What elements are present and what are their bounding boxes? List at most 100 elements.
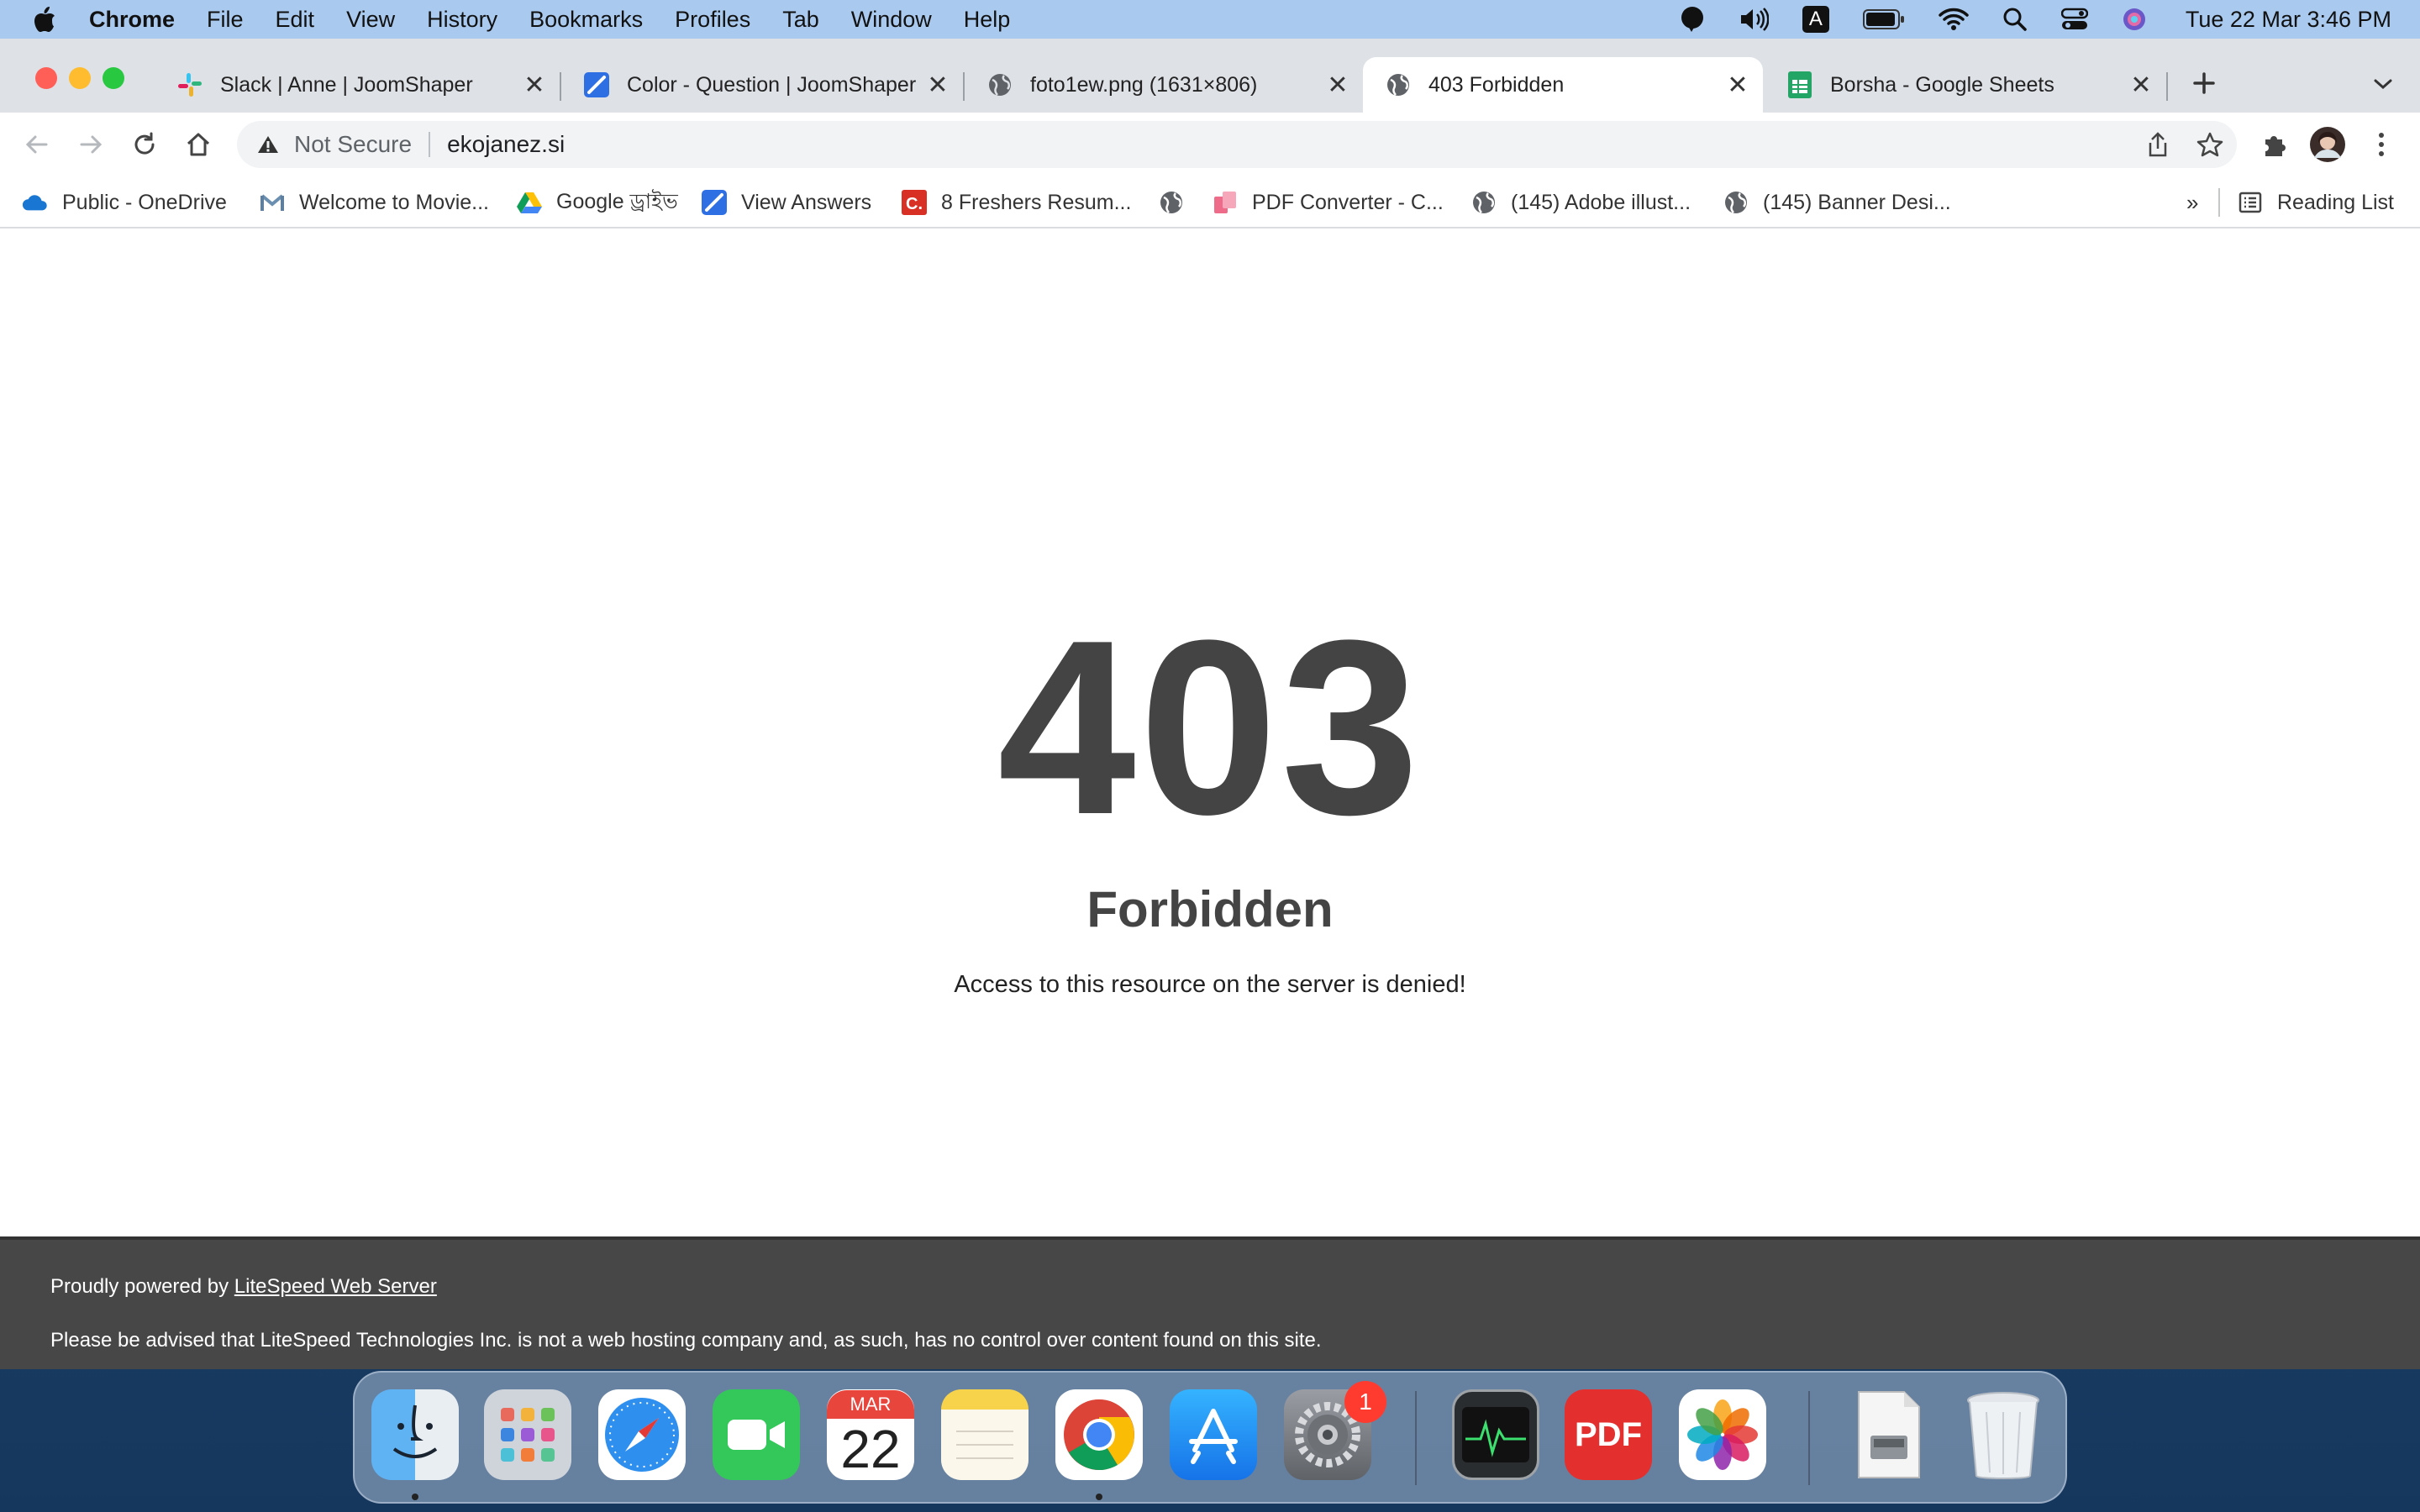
globe-icon bbox=[986, 71, 1013, 98]
facetime-icon[interactable] bbox=[713, 1389, 800, 1480]
tab-joomshaper-color[interactable]: Color - Question | JoomShaper ✕ bbox=[561, 57, 963, 113]
back-button[interactable] bbox=[17, 124, 57, 165]
spotlight-search-icon[interactable] bbox=[2002, 7, 2028, 32]
bookmark-pdf-converter[interactable]: PDF Converter - C... bbox=[1212, 185, 1444, 220]
volume-icon[interactable] bbox=[1739, 7, 1769, 32]
powered-by-text: Proudly powered by bbox=[50, 1275, 234, 1298]
extensions-button[interactable] bbox=[2254, 124, 2294, 165]
menu-view[interactable]: View bbox=[346, 7, 395, 33]
close-tab-icon[interactable]: ✕ bbox=[1724, 71, 1751, 99]
warning-icon[interactable] bbox=[257, 134, 279, 155]
sheets-icon bbox=[1786, 71, 1813, 98]
input-source-label: A bbox=[1802, 6, 1829, 33]
finder-icon[interactable] bbox=[371, 1389, 459, 1480]
dock-divider bbox=[1415, 1391, 1417, 1485]
menu-help[interactable]: Help bbox=[964, 7, 1011, 33]
kebab-menu-icon bbox=[2379, 133, 2384, 156]
reading-list-button[interactable]: Reading List bbox=[2237, 185, 2394, 220]
omnibox-divider bbox=[429, 132, 431, 157]
photos-icon[interactable] bbox=[1679, 1389, 1766, 1480]
menu-history[interactable]: History bbox=[427, 7, 497, 33]
menu-profiles[interactable]: Profiles bbox=[675, 7, 750, 33]
address-bar[interactable]: Not Secure ekojanez.si bbox=[237, 121, 2237, 168]
close-tab-icon[interactable]: ✕ bbox=[521, 71, 548, 99]
zoom-window-button[interactable] bbox=[103, 67, 124, 89]
safari-icon[interactable] bbox=[598, 1389, 686, 1480]
bookmark-freshers-resume[interactable]: C. 8 Freshers Resum... bbox=[901, 185, 1131, 220]
menu-tab[interactable]: Tab bbox=[782, 7, 819, 33]
bookmark-view-answers[interactable]: View Answers bbox=[701, 185, 871, 220]
litespeed-link[interactable]: LiteSpeed Web Server bbox=[234, 1275, 437, 1298]
bookmark-label: Welcome to Movie... bbox=[299, 190, 490, 214]
menu-edit[interactable]: Edit bbox=[276, 7, 315, 33]
globe-icon bbox=[1723, 189, 1749, 216]
dark-bubble-icon[interactable] bbox=[1680, 6, 1705, 33]
calendar-day: 22 bbox=[840, 1419, 901, 1479]
reload-button[interactable] bbox=[124, 124, 165, 165]
minimize-window-button[interactable] bbox=[69, 67, 91, 89]
bookmark-onedrive[interactable]: Public - OneDrive bbox=[22, 185, 227, 220]
activity-monitor-icon[interactable] bbox=[1452, 1389, 1539, 1480]
menu-file[interactable]: File bbox=[207, 7, 244, 33]
bookmark-label: PDF Converter - C... bbox=[1252, 190, 1444, 214]
chrome-menu-button[interactable] bbox=[2361, 124, 2402, 165]
url-text[interactable]: ekojanez.si bbox=[447, 131, 565, 158]
share-icon[interactable] bbox=[2146, 131, 2170, 164]
bookmark-movie[interactable]: Welcome to Movie... bbox=[259, 185, 489, 220]
apple-menu-icon[interactable] bbox=[29, 0, 60, 39]
tab-foto1ew[interactable]: foto1ew.png (1631×806) ✕ bbox=[965, 57, 1363, 113]
notification-badge: 1 bbox=[1344, 1381, 1386, 1423]
menu-clock[interactable]: Tue 22 Mar 3:46 PM bbox=[2186, 7, 2391, 33]
notes-icon[interactable] bbox=[941, 1389, 1028, 1480]
bookmark-globe[interactable] bbox=[1158, 185, 1198, 220]
control-center-icon[interactable] bbox=[2060, 8, 2088, 31]
calendar-icon[interactable]: MAR 22 bbox=[827, 1389, 914, 1480]
tab-403-forbidden[interactable]: 403 Forbidden ✕ bbox=[1363, 57, 1763, 113]
menu-app-name[interactable]: Chrome bbox=[89, 7, 175, 33]
new-tab-button[interactable] bbox=[2185, 64, 2223, 102]
tab-search-button[interactable] bbox=[2366, 67, 2400, 101]
pdf-reader-icon[interactable]: PDF bbox=[1565, 1389, 1652, 1480]
status-area: A Tue 22 Mar 3:46 PM bbox=[1646, 0, 2391, 39]
app-store-icon[interactable] bbox=[1170, 1389, 1257, 1480]
reading-list-label: Reading List bbox=[2277, 190, 2394, 214]
home-button[interactable] bbox=[178, 124, 218, 165]
bookmark-label: Google ড্রাইভ bbox=[556, 189, 678, 213]
wifi-icon[interactable] bbox=[1939, 8, 1969, 31]
c-icon: C. bbox=[901, 189, 928, 216]
browser-window: Slack | Anne | JoomShaper ✕ Color - Ques… bbox=[0, 39, 2420, 1369]
reading-list-icon bbox=[2237, 189, 2264, 216]
trash-icon[interactable] bbox=[1960, 1389, 2047, 1480]
close-window-button[interactable] bbox=[35, 67, 57, 89]
profile-avatar[interactable] bbox=[2307, 124, 2348, 165]
bookmark-label: View Answers bbox=[741, 190, 872, 214]
close-tab-icon[interactable]: ✕ bbox=[1324, 71, 1351, 99]
footer-notice: Please be advised that LiteSpeed Technol… bbox=[50, 1329, 1322, 1352]
screen: Chrome File Edit View History Bookmarks … bbox=[0, 0, 2420, 1512]
bookmark-star-icon[interactable] bbox=[2196, 131, 2223, 164]
input-source-icon[interactable]: A bbox=[1802, 6, 1829, 33]
close-tab-icon[interactable]: ✕ bbox=[924, 71, 951, 99]
bookmark-banner-design[interactable]: (145) Banner Desi... bbox=[1723, 185, 1951, 220]
chevron-down-icon bbox=[2374, 79, 2392, 90]
browser-toolbar: Not Secure ekojanez.si bbox=[0, 113, 2420, 176]
menu-window[interactable]: Window bbox=[851, 7, 932, 33]
siri-icon[interactable] bbox=[2122, 7, 2147, 32]
tab-slack[interactable]: Slack | Anne | JoomShaper ✕ bbox=[155, 57, 560, 113]
avatar bbox=[2310, 127, 2345, 162]
puzzle-icon bbox=[2265, 136, 2286, 156]
bookmark-google-drive[interactable]: Google ড্রাইভ bbox=[516, 185, 678, 220]
chrome-icon[interactable] bbox=[1055, 1389, 1143, 1480]
bookmark-adobe-illustrator[interactable]: (145) Adobe illust... bbox=[1470, 185, 1691, 220]
forward-button[interactable] bbox=[71, 124, 111, 165]
tab-google-sheets[interactable]: Borsha - Google Sheets ✕ bbox=[1765, 57, 2166, 113]
pdf-label: PDF bbox=[1575, 1415, 1642, 1453]
close-tab-icon[interactable]: ✕ bbox=[2128, 71, 2154, 99]
menu-bookmarks[interactable]: Bookmarks bbox=[529, 7, 643, 33]
launchpad-icon[interactable] bbox=[484, 1389, 571, 1480]
battery-icon[interactable] bbox=[1862, 8, 1905, 30]
bookmarks-overflow-button[interactable]: » bbox=[2186, 185, 2198, 220]
downloads-stack-icon[interactable] bbox=[1845, 1389, 1933, 1480]
security-label[interactable]: Not Secure bbox=[294, 131, 412, 158]
tab-separator bbox=[2166, 72, 2168, 101]
